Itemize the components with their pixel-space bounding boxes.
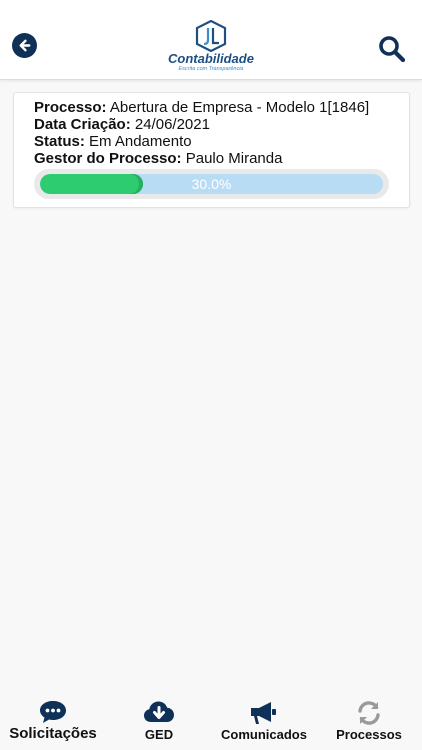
date-line: Data Criação: 24/06/2021 [34, 116, 210, 133]
process-card[interactable]: Processo: Abertura de Empresa - Modelo 1… [13, 92, 410, 208]
process-label: Processo: [34, 99, 107, 116]
logo-tagline: Escrita com Transparência [178, 66, 244, 72]
nav-label-ged: GED [144, 727, 174, 742]
nav-item-ged[interactable]: GED [106, 692, 212, 750]
logo-emblem-icon [195, 20, 227, 52]
nav-item-solicitacoes[interactable]: Solicitações [0, 692, 106, 750]
date-label: Data Criação: [34, 116, 131, 133]
process-value: Abertura de Empresa - Modelo 1[1846] [109, 99, 370, 116]
progress-text: 30.0% [191, 176, 232, 192]
cloud-download-icon [144, 701, 174, 722]
bottom-navigation: Solicitações GED Comunicados Processos [0, 692, 422, 750]
logo-name: Contabilidade [168, 51, 254, 66]
arrow-left-icon [19, 39, 31, 52]
progress-bar: 30.0% [34, 169, 389, 199]
chat-bubble-icon [40, 701, 66, 723]
megaphone-icon [251, 702, 276, 724]
app-logo: Contabilidade Escrita com Transparência [160, 20, 262, 76]
sync-icon [358, 701, 380, 725]
manager-line: Gestor do Processo: Paulo Miranda [34, 150, 282, 167]
nav-label-comunicados: Comunicados [221, 727, 307, 742]
search-icon [379, 36, 406, 63]
process-line: Processo: Abertura de Empresa - Modelo 1… [34, 99, 369, 116]
status-label: Status: [34, 133, 85, 150]
app-header: Contabilidade Escrita com Transparência [0, 0, 422, 80]
nav-item-processos[interactable]: Processos [316, 692, 422, 750]
back-button[interactable] [12, 33, 37, 58]
search-button[interactable] [378, 35, 406, 63]
date-value: 24/06/2021 [134, 116, 210, 133]
manager-label: Gestor do Processo: [34, 150, 182, 167]
nav-label-processos: Processos [336, 727, 402, 742]
manager-value: Paulo Miranda [185, 150, 283, 167]
status-value: Em Andamento [89, 133, 192, 150]
nav-item-comunicados[interactable]: Comunicados [212, 692, 316, 750]
status-line: Status: Em Andamento [34, 133, 192, 150]
nav-label-solicitacoes: Solicitações [9, 725, 97, 742]
progress-background: 30.0% [40, 174, 383, 194]
